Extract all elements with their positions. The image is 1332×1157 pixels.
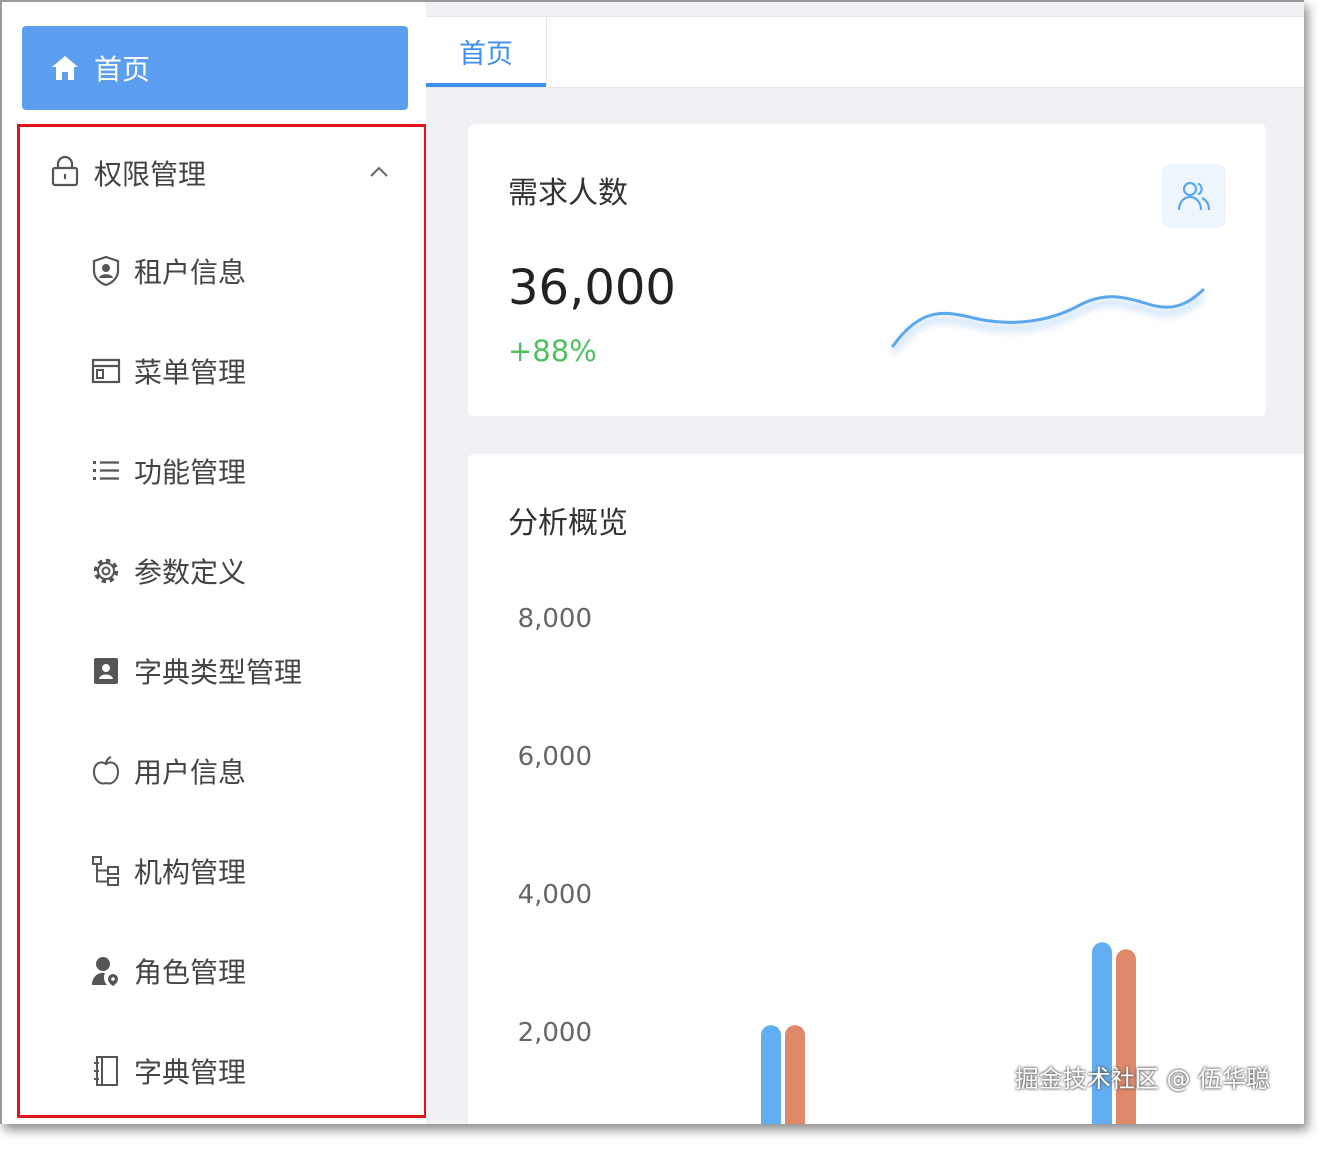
stat-title: 需求人数 [508,176,628,211]
watermark: 掘金技术社区 @ 伍华聪 [1014,1065,1270,1093]
sidebar-item-label: 首页 [94,53,151,86]
user-pin-icon [90,955,122,987]
y-tick-label: 8,000 [518,604,592,634]
sidebar-item-tenant-info[interactable]: 租户信息 [90,247,246,295]
sidebar-item-function-management[interactable]: 功能管理 [90,447,246,495]
y-tick-label: 2,000 [518,1018,592,1048]
stat-value: 36,000 [508,260,676,316]
users-icon [1162,164,1226,228]
apple-icon [90,755,122,787]
sidebar-item-role-management[interactable]: 角色管理 [90,947,246,995]
window-icon [90,355,122,387]
analysis-card: 分析概览 8,000 6,000 4,000 2,000 [468,454,1304,1124]
bar-chart: 8,000 6,000 4,000 2,000 [518,604,1136,1124]
sidebar-item-label: 字典类型管理 [134,656,303,689]
permission-menu-group: 权限管理 租户信息 菜单管理 功能管理 参数定义 字典类型管理 用户信息 机构管… [17,124,427,1118]
sidebar-item-label: 角色管理 [134,956,247,989]
sidebar-item-label: 机构管理 [134,856,247,889]
sidebar-item-label: 字典管理 [134,1056,247,1089]
submenu-permission-toggle[interactable]: 权限管理 [50,149,400,197]
sidebar-item-menu-management[interactable]: 菜单管理 [90,347,246,395]
tree-icon [90,855,122,887]
notebook-icon [90,1055,122,1087]
contact-card-icon [90,655,122,687]
sidebar-item-home[interactable]: 首页 [22,26,408,110]
sidebar-item-label: 租户信息 [134,256,247,289]
bar [1092,942,1112,1124]
sidebar-item-parameter-definition[interactable]: 参数定义 [90,547,246,595]
sidebar-item-dict-management[interactable]: 字典管理 [90,1047,246,1095]
y-tick-label: 6,000 [518,742,592,772]
app-window: 首页 权限管理 租户信息 菜单管理 功能管理 参数定义 字典类型管理 用户信息 … [0,0,1304,1124]
bar [1116,949,1136,1124]
sidebar-item-label: 参数定义 [134,556,247,589]
shield-user-icon [90,255,122,287]
list-icon [90,455,122,487]
tab-home[interactable]: 首页 [426,17,547,87]
sparkline [890,288,1206,354]
sidebar-item-label: 用户信息 [134,756,247,789]
stat-card: 需求人数 36,000 +88% [468,124,1266,416]
tab-bar: 首页 [426,16,1304,88]
bar [761,1025,781,1124]
sidebar-item-dict-type-management[interactable]: 字典类型管理 [90,647,302,695]
stat-delta: +88% [508,334,597,368]
lock-icon [50,155,80,191]
sidebar-item-user-info[interactable]: 用户信息 [90,747,246,795]
sidebar-item-label: 功能管理 [134,456,247,489]
submenu-label: 权限管理 [94,158,207,191]
home-icon [50,53,80,83]
bar [785,1025,805,1124]
sidebar-item-org-management[interactable]: 机构管理 [90,847,246,895]
gear-icon [90,555,122,587]
sidebar: 首页 权限管理 租户信息 菜单管理 功能管理 参数定义 字典类型管理 用户信息 … [2,2,427,1124]
chevron-up-icon [368,161,390,187]
main-content: 首页 需求人数 36,000 +88% 分析概览 8,000 6,000 4,000… [426,2,1304,1124]
sidebar-item-label: 菜单管理 [134,356,247,389]
y-tick-label: 4,000 [518,880,592,910]
